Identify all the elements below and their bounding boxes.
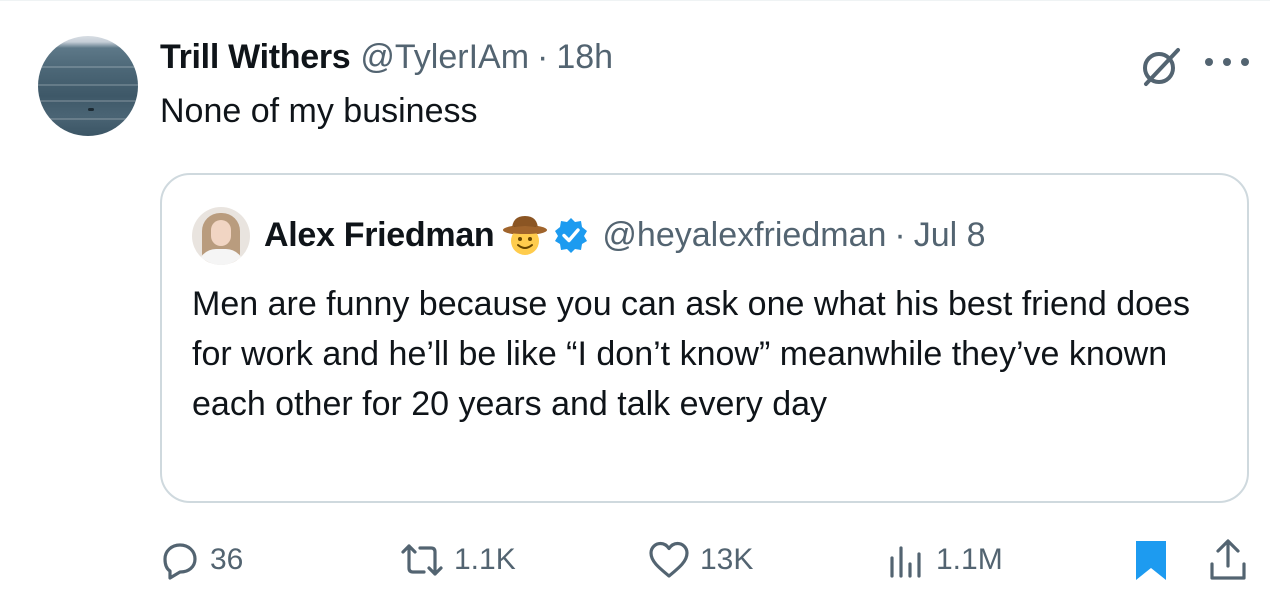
grok-icon[interactable] <box>1138 44 1184 90</box>
verified-badge-icon[interactable] <box>552 216 590 254</box>
avatar-face <box>211 220 231 246</box>
cowboy-face-emoji-icon <box>503 216 548 255</box>
avatar-speck <box>88 108 94 111</box>
repost-count: 1.1K <box>454 543 516 576</box>
quoted-tweet-timestamp[interactable]: Jul 8 <box>914 216 986 255</box>
more-dot <box>1205 58 1213 66</box>
quoted-tweet-header: Alex Friedman @heyalexfriedman · Jul 8 <box>264 211 986 259</box>
view-count: 1.1M <box>936 543 1003 576</box>
tweet-timestamp[interactable]: 18h <box>556 38 613 77</box>
avatar-wave <box>38 100 138 102</box>
reply-button[interactable]: 36 <box>160 532 243 588</box>
header-separator: · <box>537 38 549 76</box>
quoted-author-display-name[interactable]: Alex Friedman <box>264 216 495 255</box>
reply-icon <box>163 543 197 580</box>
heart-icon <box>649 541 689 578</box>
like-button[interactable]: 13K <box>648 532 753 588</box>
share-icon <box>1210 539 1246 580</box>
more-dot <box>1223 58 1231 66</box>
repost-icon <box>401 544 443 576</box>
avatar-wave <box>38 118 138 120</box>
tweet-text: None of my business <box>160 92 478 130</box>
reply-count: 36 <box>210 543 244 576</box>
author-display-name[interactable]: Trill Withers <box>160 38 351 77</box>
author-handle[interactable]: @TylerIAm <box>360 38 529 77</box>
quoted-tweet-card[interactable]: Alex Friedman @heyalexfriedman · Jul 8 M… <box>160 173 1249 503</box>
more-options-icon[interactable] <box>1205 55 1249 69</box>
bookmark-button[interactable] <box>1132 532 1170 588</box>
more-dot <box>1241 58 1249 66</box>
share-button[interactable] <box>1208 532 1248 588</box>
analytics-icon <box>890 546 921 578</box>
tweet-action-bar: 36 1.1K 13K 1.1M <box>0 532 1270 588</box>
tweet-header: Trill Withers @TylerIAm · 18h <box>160 38 613 86</box>
views-button[interactable]: 1.1M <box>886 532 1003 588</box>
bookmark-icon <box>1136 541 1166 580</box>
quoted-author-handle[interactable]: @heyalexfriedman <box>602 216 886 255</box>
quoted-author-avatar[interactable] <box>192 207 250 265</box>
repost-button[interactable]: 1.1K <box>400 532 516 588</box>
avatar-wave <box>38 84 138 86</box>
avatar-wave <box>38 66 138 68</box>
tweet[interactable]: Trill Withers @TylerIAm · 18h None of my… <box>0 0 1270 612</box>
like-count: 13K <box>700 543 754 576</box>
author-avatar[interactable] <box>38 36 138 136</box>
quoted-header-separator: · <box>894 215 906 254</box>
quoted-tweet-text: Men are funny because you can ask one wh… <box>192 285 1190 423</box>
